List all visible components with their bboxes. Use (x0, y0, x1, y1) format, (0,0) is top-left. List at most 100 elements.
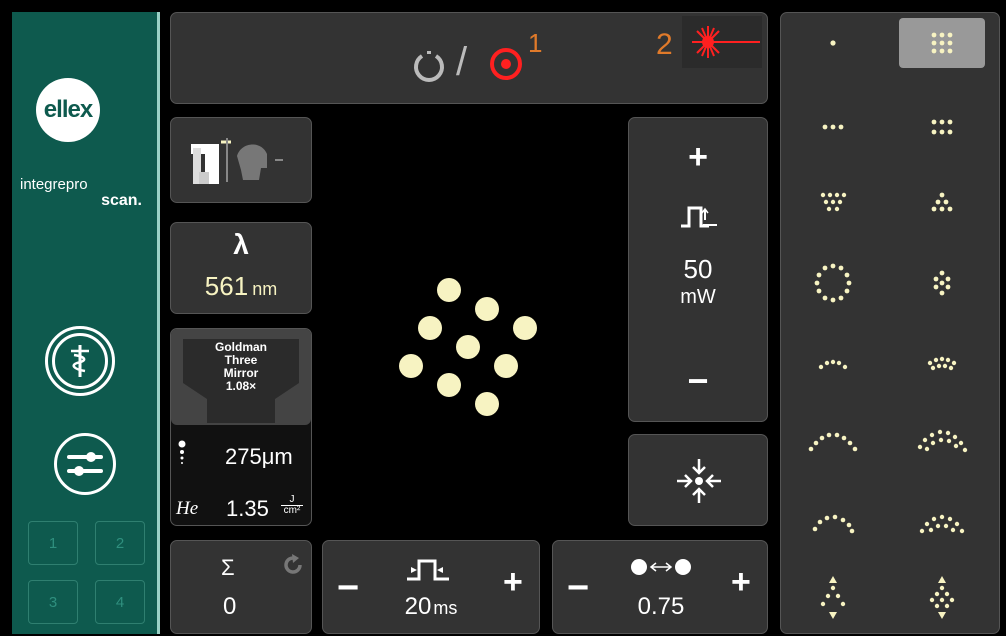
grid-2x3-icon (931, 119, 953, 135)
brand-subname: scan. (101, 192, 142, 209)
line-3-icon (822, 124, 844, 130)
caduceus-icon (52, 333, 108, 389)
pattern-arc-double-small[interactable] (899, 338, 985, 388)
spot-spacing-icon (629, 557, 693, 582)
shot-count-value: 0 (223, 593, 237, 620)
contact-lens-button[interactable]: Goldman Three Mirror 1.08× (171, 329, 311, 425)
grid-3x3-icon (931, 32, 953, 54)
memory-slot-4[interactable]: 4 (95, 580, 145, 624)
duration-readout: 20 ms (381, 593, 481, 621)
wavelength-button[interactable]: λ 561 nm (170, 222, 312, 314)
pattern-grid-3x3[interactable] (899, 18, 985, 68)
pattern-single-spot[interactable] (790, 18, 876, 68)
arc-double-medium-icon (919, 514, 965, 534)
pattern-ring[interactable] (790, 258, 876, 308)
power-pulse-icon (679, 204, 719, 233)
pulse-duration-panel: − 20 ms + (322, 540, 540, 634)
arc-small-icon (818, 359, 848, 370)
arc-double-small-icon (927, 356, 957, 371)
mode-label-2: 2 (656, 28, 673, 61)
target-dot (501, 59, 511, 69)
sidebar-divider (157, 12, 160, 634)
pattern-triangle-arrows[interactable] (790, 574, 876, 624)
pattern-line-3[interactable] (790, 102, 876, 152)
pattern-grid-2x3[interactable] (899, 102, 985, 152)
triangle-arrows-icon (820, 576, 846, 619)
spacing-value: 0.75 (637, 593, 685, 620)
pattern-cluster[interactable] (899, 258, 985, 308)
shot-counter-panel: Σ 0 (170, 540, 312, 634)
cluster-icon (933, 270, 951, 296)
laser-aim-button[interactable] (682, 16, 762, 68)
pattern-arc-medium[interactable] (790, 494, 876, 544)
preview-spot (437, 278, 461, 302)
lens-magnification: 1.08× (225, 379, 257, 393)
laser-star-icon (692, 26, 760, 58)
diamond-arrows-icon (929, 576, 955, 619)
converge-arrows-icon (677, 459, 721, 503)
ellex-logo: ellex (36, 78, 100, 142)
power-value: 50 (683, 254, 713, 284)
spacing-increase-button[interactable]: + (731, 563, 751, 602)
pattern-triangle-down[interactable] (790, 178, 876, 228)
ring-icon (814, 263, 852, 303)
slit-lamp-icon (191, 138, 283, 184)
triangle-up-icon (931, 192, 953, 212)
pattern-diamond-arrows[interactable] (899, 574, 985, 624)
pattern-preview (399, 278, 537, 416)
pattern-triangle-up[interactable] (899, 178, 985, 228)
memory-slot-3[interactable]: 3 (28, 580, 78, 624)
mode-separator: / (456, 40, 468, 84)
arc-double-large-icon (917, 429, 968, 453)
pulse-duration-icon (403, 557, 457, 588)
preview-spot (475, 392, 499, 416)
standby-power-icon[interactable] (412, 48, 446, 87)
sliders-icon (67, 452, 103, 476)
duration-increase-button[interactable]: + (503, 563, 523, 602)
pattern-arc-double-large[interactable] (899, 414, 985, 464)
lambda-symbol: λ (233, 229, 249, 260)
duration-decrease-button[interactable]: − (337, 567, 359, 610)
power-decrease-button[interactable]: − (629, 360, 767, 402)
preview-spot (418, 316, 442, 340)
preview-spot (456, 335, 480, 359)
preview-spot (475, 297, 499, 321)
spot-size-icon (178, 440, 186, 471)
refresh-icon (284, 554, 302, 574)
memory-slot-1[interactable]: 1 (28, 521, 78, 565)
delivery-device-button[interactable] (170, 117, 312, 203)
fluence-unit-denominator: cm² (283, 505, 301, 516)
power-panel: + 50 mW − (628, 117, 768, 422)
arc-medium-icon (812, 514, 855, 534)
fluence-label: He (176, 498, 199, 519)
spot-spacing-panel: − 0.75 + (552, 540, 768, 634)
mode-label-1: 1 (528, 28, 543, 58)
triangle-down-icon (820, 192, 847, 212)
pattern-arc-large[interactable] (790, 414, 876, 464)
fluence-unit: J cm² (281, 495, 303, 516)
laser-mode-bar (170, 12, 768, 104)
power-increase-button[interactable]: + (629, 138, 767, 177)
duration-unit: ms (433, 598, 458, 618)
sigma-symbol: Σ (221, 555, 235, 580)
arc-large-icon (808, 432, 858, 452)
power-unit: mW (680, 286, 716, 308)
preview-spot (513, 316, 537, 340)
preview-spot (494, 354, 518, 378)
preview-spot (399, 354, 423, 378)
spacing-decrease-button[interactable]: − (567, 567, 589, 610)
reset-counter-button[interactable] (281, 553, 305, 582)
brand-name: integrepro (20, 176, 88, 193)
spot-size-value: 275μm (225, 444, 293, 469)
preview-spot (437, 373, 461, 397)
treatment-mode-button[interactable] (45, 326, 115, 396)
wavelength-unit: nm (252, 279, 278, 299)
pattern-arc-small[interactable] (790, 338, 876, 388)
settings-button[interactable] (54, 433, 116, 495)
fluence-value: 1.35 (226, 496, 269, 521)
center-pattern-button[interactable] (628, 434, 768, 526)
wavelength-value: 561 (204, 271, 249, 301)
wavelength-readout: 561 nm (171, 271, 311, 302)
memory-slot-2[interactable]: 2 (95, 521, 145, 565)
pattern-arc-double-medium[interactable] (899, 494, 985, 544)
